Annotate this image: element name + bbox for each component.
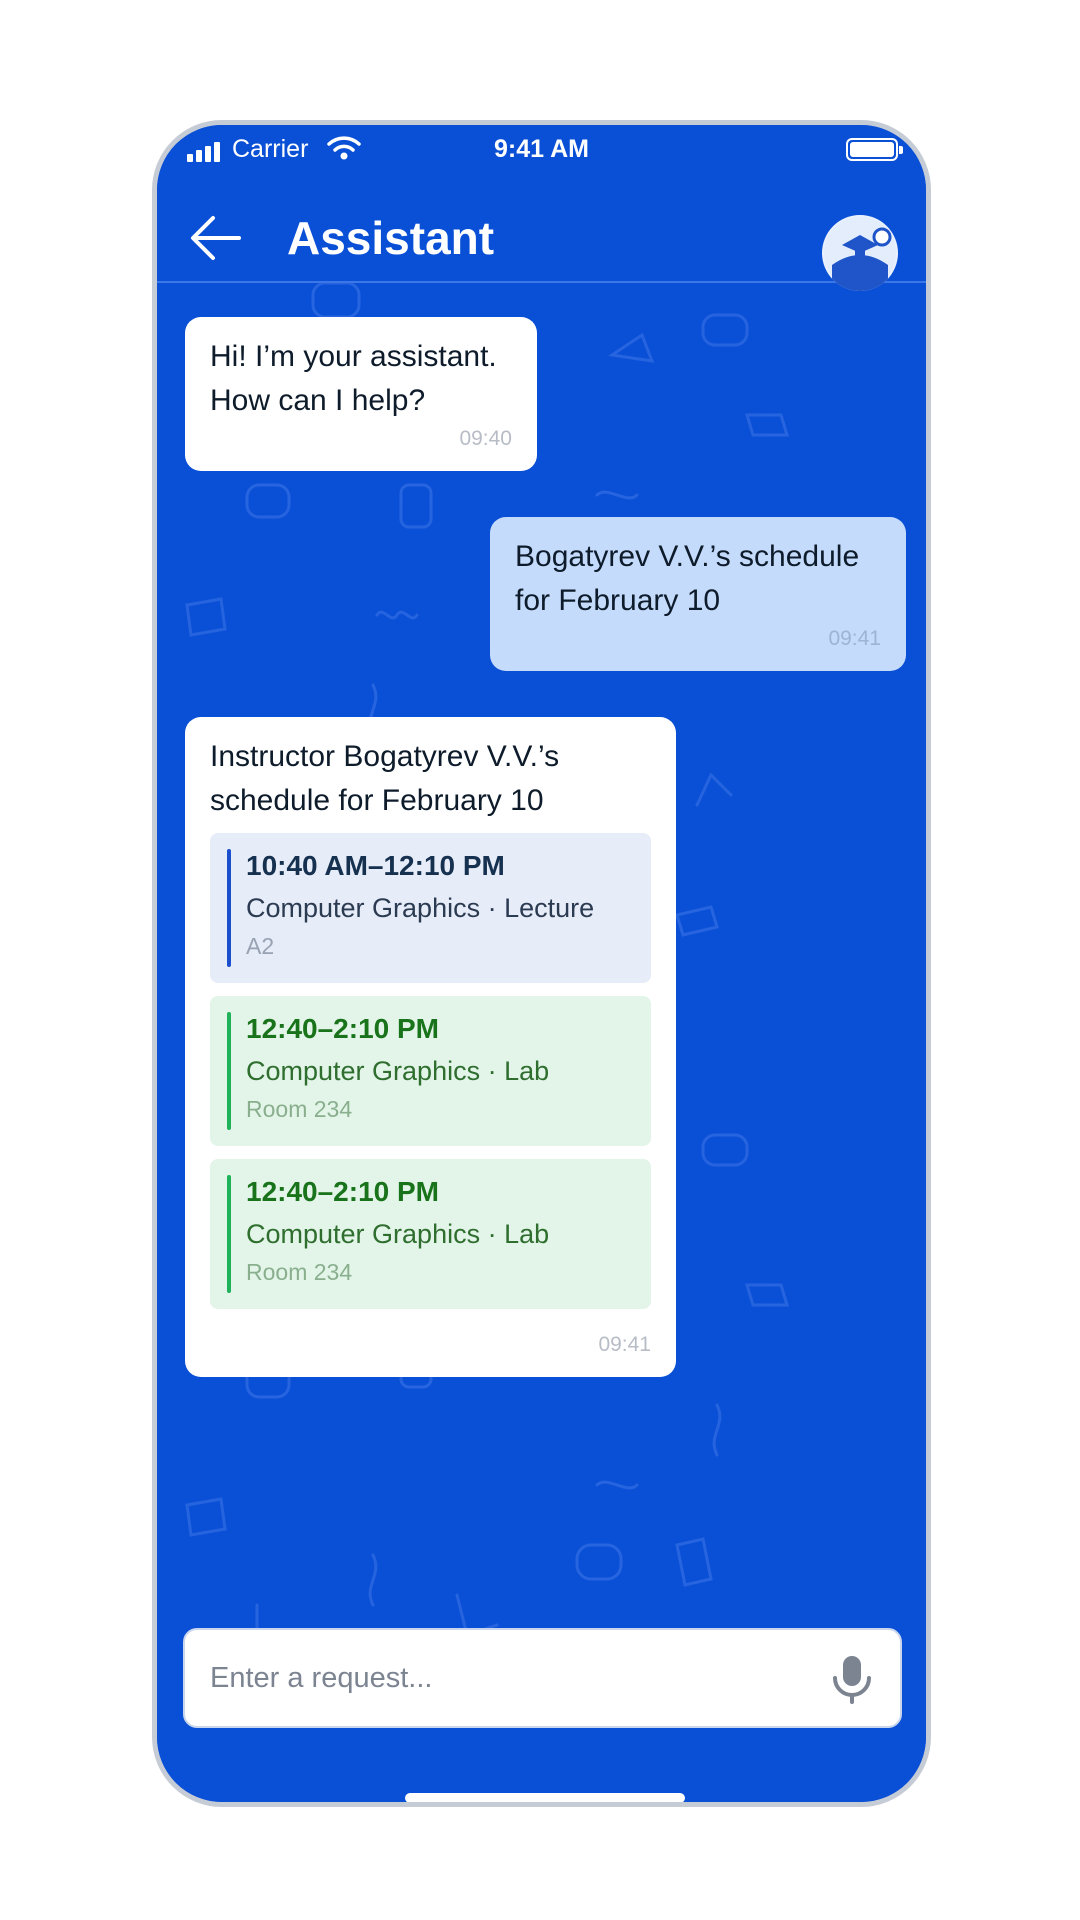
schedule-color-bar	[227, 1175, 231, 1293]
schedule-item-lecture[interactable]: 10:40 AM–12:10 PM Computer Graphics · Le…	[210, 833, 651, 983]
status-bar: Carrier 9:41 AM	[157, 125, 926, 173]
battery-icon	[846, 138, 903, 161]
message-timestamp: 09:41	[598, 1333, 651, 1356]
request-input-bar	[183, 1628, 902, 1728]
assistant-avatar-icon[interactable]	[822, 215, 898, 291]
microphone-icon[interactable]	[830, 1654, 874, 1704]
page-title: Assistant	[287, 212, 495, 264]
assistant-schedule-message: Instructor Bogatyrev V.V.’s schedule for…	[185, 717, 676, 1377]
schedule-course: Computer Graphics · Lecture	[246, 893, 595, 923]
schedule-color-bar	[227, 1012, 231, 1130]
message-text: Instructor Bogatyrev V.V.’s schedule for…	[210, 740, 560, 817]
arrow-left-icon[interactable]	[189, 213, 243, 263]
request-input[interactable]	[210, 1630, 810, 1726]
schedule-room: Room 234	[246, 1096, 353, 1122]
phone-frame: Carrier 9:41 AM Assistant Hi! I’m your a…	[152, 120, 931, 1807]
schedule-color-bar	[227, 849, 231, 967]
schedule-item-lab[interactable]: 12:40–2:10 PM Computer Graphics · Lab Ro…	[210, 996, 651, 1146]
schedule-course: Computer Graphics · Lab	[246, 1056, 550, 1086]
chat-header: Assistant	[157, 173, 926, 291]
schedule-time: 10:40 AM–12:10 PM	[246, 850, 505, 881]
chat-screen: Carrier 9:41 AM Assistant Hi! I’m your a…	[157, 125, 926, 1802]
schedule-time: 12:40–2:10 PM	[246, 1013, 440, 1044]
user-message: Bogatyrev V.V.’s schedule for February 1…	[490, 517, 906, 671]
message-text: Hi! I’m your assistant. How can I help?	[210, 340, 497, 417]
message-timestamp: 09:40	[459, 427, 512, 450]
assistant-message: Hi! I’m your assistant. How can I help? …	[185, 317, 537, 471]
schedule-time: 12:40–2:10 PM	[246, 1176, 440, 1207]
schedule-item-lab[interactable]: 12:40–2:10 PM Computer Graphics · Lab Ro…	[210, 1159, 651, 1309]
schedule-room: Room 234	[246, 1259, 353, 1285]
message-timestamp: 09:41	[828, 627, 881, 650]
status-time: 9:41 AM	[494, 135, 589, 163]
schedule-course: Computer Graphics · Lab	[246, 1219, 550, 1249]
schedule-room: A2	[246, 933, 275, 959]
message-text: Bogatyrev V.V.’s schedule for February 1…	[515, 540, 860, 617]
home-indicator[interactable]	[405, 1793, 685, 1802]
